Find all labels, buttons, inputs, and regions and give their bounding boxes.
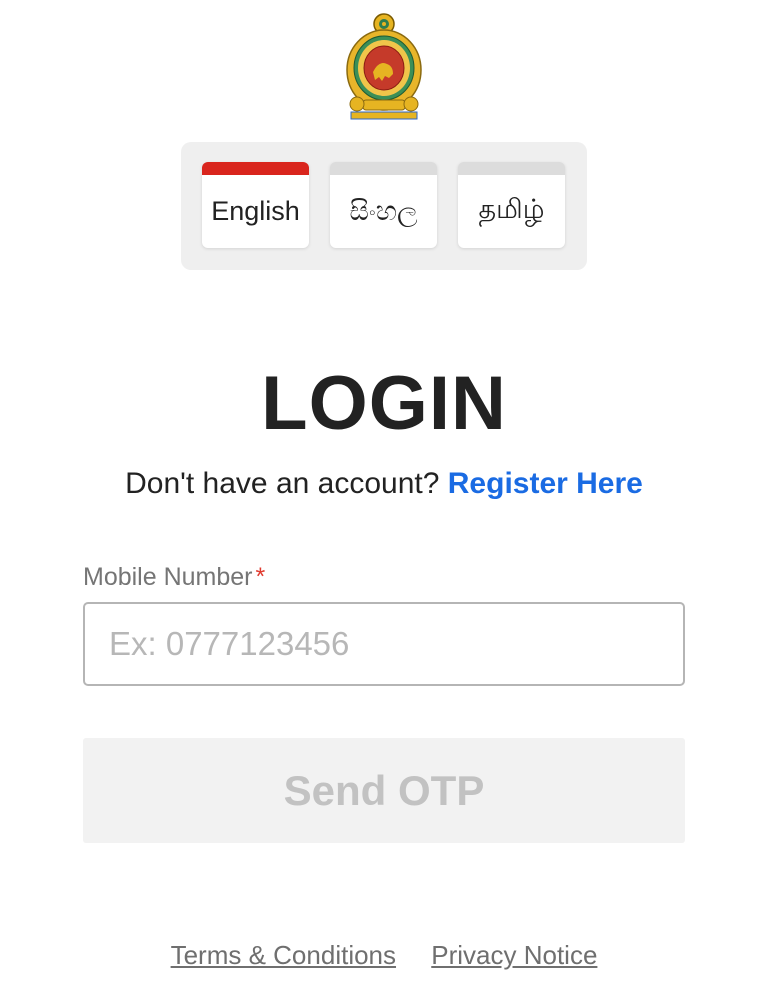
no-account-text: Don't have an account? (125, 467, 440, 500)
national-emblem-icon (343, 12, 425, 122)
required-marker: * (255, 563, 266, 591)
language-sinhala-button[interactable]: සිංහල (330, 162, 437, 248)
terms-link[interactable]: Terms & Conditions (171, 940, 396, 970)
mobile-number-label-text: Mobile Number (83, 563, 253, 591)
footer-links: Terms & Conditions Privacy Notice (0, 940, 768, 971)
privacy-link[interactable]: Privacy Notice (431, 940, 597, 970)
page-title: LOGIN (261, 361, 507, 446)
language-english-button[interactable]: English (202, 162, 309, 248)
mobile-number-input[interactable] (83, 602, 685, 686)
mobile-number-label: Mobile Number * (83, 563, 265, 592)
language-selector: English සිංහල தமிழ் (181, 142, 587, 270)
language-tamil-button[interactable]: தமிழ் (458, 162, 565, 248)
send-otp-button[interactable]: Send OTP (83, 738, 685, 843)
register-link[interactable]: Register Here (448, 467, 643, 500)
register-prompt: Don't have an account? Register Here (0, 467, 768, 501)
